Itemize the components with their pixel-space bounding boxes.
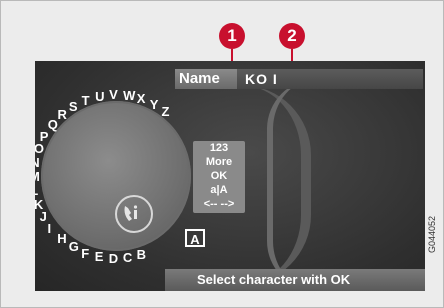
decorative-arc — [267, 79, 353, 291]
name-input[interactable]: KO I — [237, 69, 423, 89]
wheel-letter-w[interactable]: W — [123, 89, 135, 102]
figure-frame: 1 2 Name KO I ABCDEFGHIJKLMNOPQRSTUVWXYZ… — [0, 0, 444, 308]
wheel-letter-o[interactable]: O — [35, 142, 44, 155]
menu-option-arrows[interactable]: <-- --> — [193, 197, 245, 211]
wheel-letter-e[interactable]: E — [95, 250, 104, 263]
callout-2: 2 — [279, 23, 305, 49]
menu-option-ok[interactable]: OK — [193, 169, 245, 183]
callout-1: 1 — [219, 23, 245, 49]
wheel-letter-l[interactable]: L — [35, 184, 38, 197]
wheel-letter-h[interactable]: H — [57, 232, 66, 245]
wheel-letter-i[interactable]: I — [48, 222, 52, 235]
selected-character[interactable]: A — [185, 229, 205, 247]
wheel-letter-b[interactable]: B — [137, 248, 146, 261]
wheel-letter-z[interactable]: Z — [162, 105, 170, 118]
figure-code: G044052 — [427, 215, 437, 253]
character-wheel[interactable] — [41, 101, 191, 251]
wheel-letter-v[interactable]: V — [109, 88, 118, 101]
phone-info-icon — [115, 195, 153, 233]
wheel-letter-r[interactable]: R — [58, 108, 67, 121]
wheel-letter-k[interactable]: K — [35, 198, 43, 211]
menu-option-123[interactable]: 123 — [193, 141, 245, 155]
wheel-letter-x[interactable]: X — [137, 92, 146, 105]
name-row: Name KO I — [175, 69, 423, 89]
display-screen: Name KO I ABCDEFGHIJKLMNOPQRSTUVWXYZ 123… — [35, 61, 425, 291]
status-bar: Select character with OK — [165, 269, 425, 291]
wheel-letter-d[interactable]: D — [109, 252, 118, 265]
wheel-letter-u[interactable]: U — [95, 90, 104, 103]
wheel-letter-m[interactable]: M — [35, 170, 40, 183]
wheel-letter-c[interactable]: C — [123, 251, 132, 264]
wheel-letter-f[interactable]: F — [81, 247, 89, 260]
wheel-menu: 123 More OK a|A <-- --> — [193, 141, 245, 213]
menu-option-more[interactable]: More — [193, 155, 245, 169]
name-label: Name — [175, 69, 237, 89]
wheel-letter-s[interactable]: S — [69, 100, 78, 113]
menu-option-case[interactable]: a|A — [193, 183, 245, 197]
wheel-letter-q[interactable]: Q — [48, 118, 58, 131]
wheel-letter-y[interactable]: Y — [150, 98, 159, 111]
wheel-letter-t[interactable]: T — [82, 94, 90, 107]
wheel-letter-g[interactable]: G — [69, 240, 79, 253]
wheel-letter-n[interactable]: N — [35, 156, 40, 169]
wheel-letter-j[interactable]: J — [40, 210, 47, 223]
